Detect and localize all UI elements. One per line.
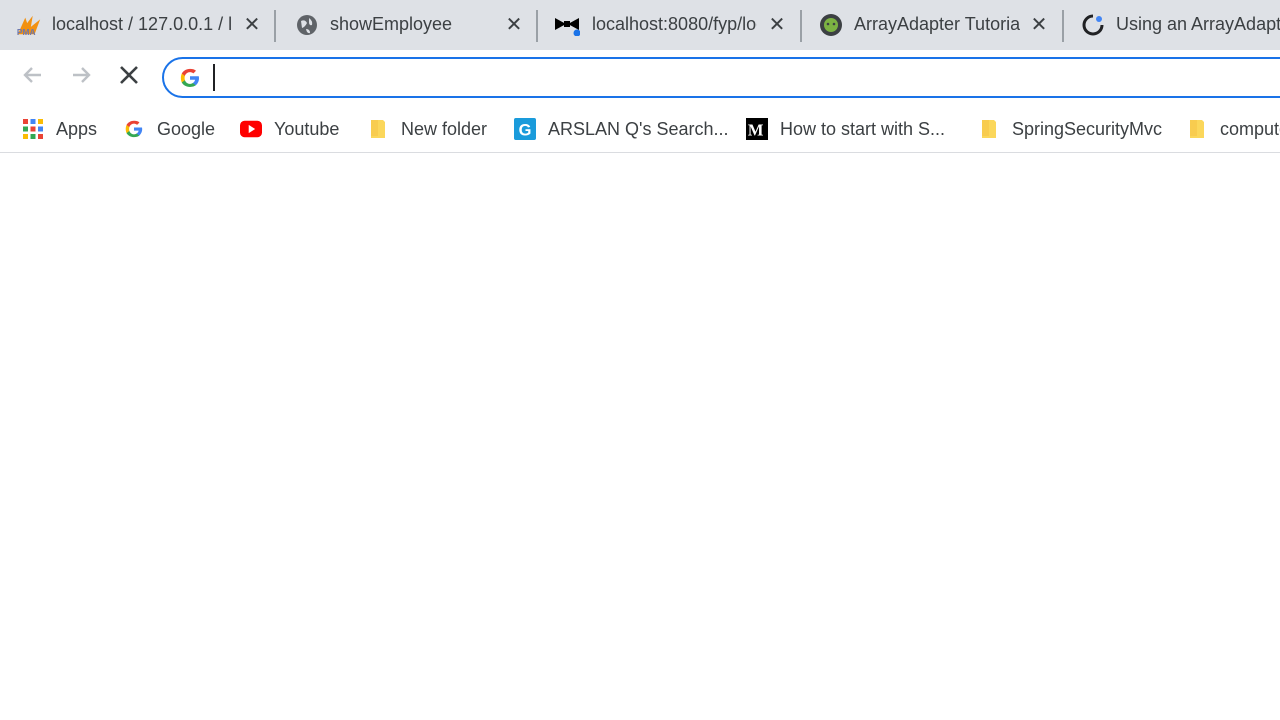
google-icon [123,118,145,140]
close-tab-icon[interactable]: ✕ [241,14,263,36]
bookmark-label: ARSLAN Q's Search... [548,118,729,139]
globe-icon [294,13,320,37]
bookmark-label: SpringSecurityMvc [1012,118,1163,139]
back-button[interactable] [16,60,50,94]
tab-using-arrayadapter[interactable]: Using an ArrayAdapter [1064,0,1280,50]
bookmark-label: Youtube [274,118,340,139]
tab-arrayadapter-tutorial[interactable]: ArrayAdapter Tutorial ✕ [802,0,1064,50]
folder-icon [1186,118,1208,140]
page-content [0,154,1280,720]
bookmark-label: How to start with S... [780,118,946,139]
google-icon [179,67,201,89]
forward-button[interactable] [64,60,98,94]
forward-arrow-icon [70,64,92,91]
folder-icon [978,118,1000,140]
youtube-icon [240,118,262,140]
tab-title: localhost / 127.0.0.1 / localhost / fyp [52,14,232,34]
bookmark-how-to-start[interactable]: M How to start with S... [746,114,945,144]
svg-text:G: G [519,121,532,139]
tab-title: showEmployee [330,14,453,34]
bookmark-label: New folder [401,118,488,139]
bookmark-computer[interactable]: computer [1186,114,1280,144]
bookmark-label: computer [1220,118,1280,139]
bookmark-google[interactable]: Google [123,114,215,144]
bookmark-arslan-search[interactable]: G ARSLAN Q's Search... [514,114,729,144]
svg-text:M: M [748,120,764,139]
tab-title: Using an ArrayAdapter [1116,14,1280,34]
bowtie-icon [554,13,580,37]
medium-icon: M [746,118,768,140]
apps-grid-icon [22,118,44,140]
text-caret [213,64,215,91]
phpmyadmin-icon: PMA [16,13,42,37]
address-input[interactable] [212,64,1212,92]
stop-button[interactable] [112,60,146,94]
bookmark-springsecuritymvc[interactable]: SpringSecurityMvc [978,114,1162,144]
android-icon [818,13,844,37]
bookmark-new-folder[interactable]: New folder [367,114,487,144]
bookmark-youtube[interactable]: Youtube [240,114,339,144]
tab-title: localhost:8080/fyp/login [592,14,757,34]
close-tab-icon[interactable]: ✕ [1028,14,1050,36]
tab-localhost-login[interactable]: localhost:8080/fyp/login ✕ [540,0,802,50]
tab-strip: PMA localhost / 127.0.0.1 / localhost / … [0,0,1280,50]
close-tab-icon[interactable]: ✕ [503,14,525,36]
address-bar[interactable] [162,57,1280,98]
loading-icon [1080,13,1106,37]
g-square-icon: G [514,118,536,140]
bookmark-label: Google [157,118,216,139]
tab-showemployee[interactable]: showEmployee ✕ [278,0,538,50]
bookmark-label: Apps [56,118,98,139]
close-tab-icon[interactable]: ✕ [766,14,788,36]
tab-separator [536,10,538,42]
bookmarks-bar: Apps Google Youtube New folder G ARSLAN … [0,104,1280,153]
folder-icon [367,118,389,140]
bookmark-apps[interactable]: Apps [22,114,97,144]
tab-localhost-phpmyadmin[interactable]: PMA localhost / 127.0.0.1 / localhost / … [0,0,276,50]
svg-text:PMA: PMA [17,27,36,37]
tab-title: ArrayAdapter Tutorial [854,14,1020,34]
back-arrow-icon [22,64,44,91]
stop-x-icon [118,64,140,91]
tab-separator [274,10,276,42]
